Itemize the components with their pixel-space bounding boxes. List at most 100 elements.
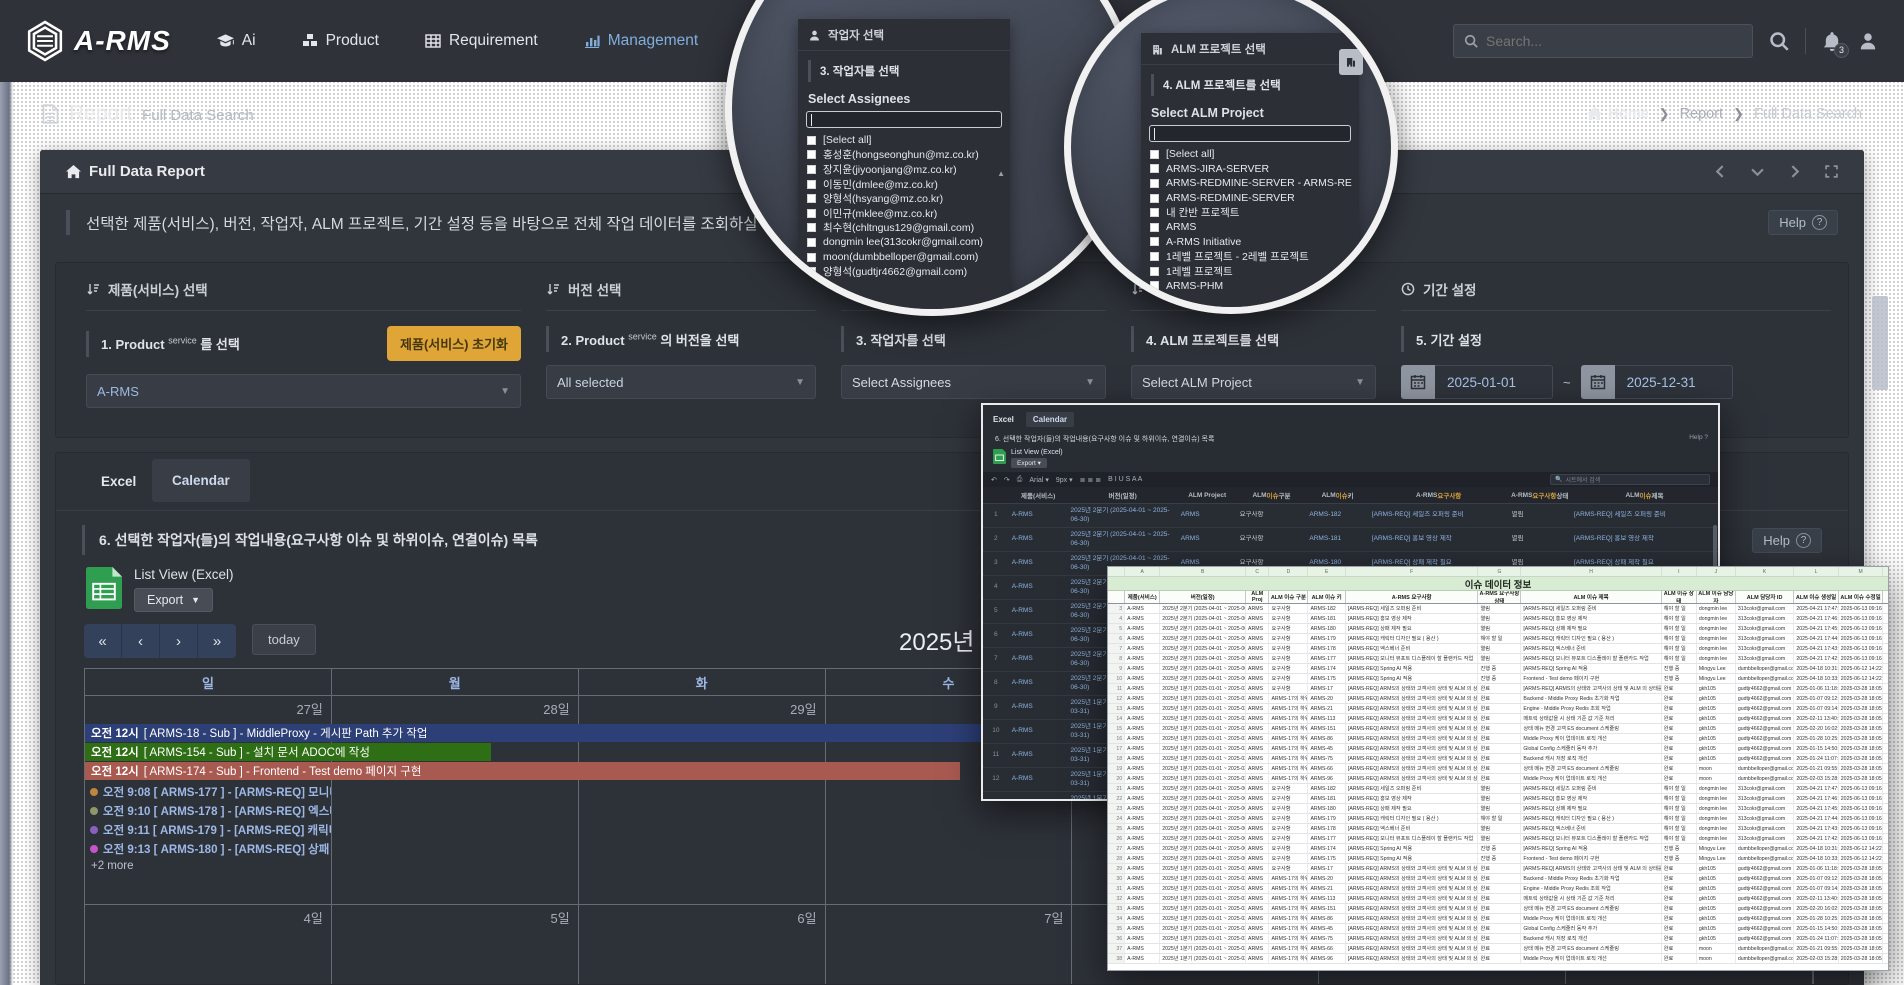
user-profile-icon[interactable] — [1858, 31, 1878, 51]
help-button-results[interactable]: Help? — [1752, 528, 1822, 553]
sheet-row: 34A-RMS2025년 1분기 (2025-01-01 ~ 2025-03-3… — [1108, 914, 1888, 924]
assignee-option[interactable]: 양형석(hsyang@mz.co.kr) — [798, 191, 1010, 206]
alm-project-option[interactable]: [Select all] — [1141, 147, 1359, 162]
assignee-option[interactable]: 이민규(mklee@mz.co.kr) — [798, 206, 1010, 221]
nav-item-management[interactable]: Management — [584, 32, 698, 50]
breadcrumb-current: Full Data Search — [1754, 106, 1862, 122]
assignee-option[interactable]: [Select all] — [798, 133, 1010, 148]
assignee-option[interactable]: 최수현(chltngus129@gmail.com) — [798, 221, 1010, 236]
sheet-row: 26A-RMS2025년 2분기 (2025-04-01 ~ 2025-06-3… — [1108, 834, 1888, 844]
calendar-dot-event[interactable]: 오전 9:08 [ ARMS-177 ] - [ARMS-REQ] 모니터 — [85, 782, 331, 801]
event-dot-icon — [90, 788, 98, 796]
export-button[interactable]: Export▼ — [134, 588, 213, 612]
tab-excel[interactable]: Excel — [101, 474, 136, 489]
alm-project-option[interactable]: ARMS-PHM — [1141, 278, 1359, 293]
date-start-input[interactable]: 2025-01-01 — [1435, 365, 1553, 399]
alm-project-option[interactable]: ARMS-REDMINE-SERVER - ARMS-RE — [1141, 176, 1359, 191]
mini-col-header: 제품(서비스) — [1009, 487, 1068, 503]
calendar-bar-event[interactable]: 오전 12시[ ARMS-154 - Sub ] - 설치 문서 ADOC에 작… — [85, 743, 491, 761]
calendar-icon[interactable] — [1581, 365, 1615, 399]
sheet-col-header — [1108, 591, 1125, 603]
calendar-bar-event[interactable]: 오전 12시[ ARMS-18 - Sub ] - MiddleProxy - … — [85, 724, 1120, 742]
help-button[interactable]: Help? — [1768, 210, 1838, 235]
more-events-link[interactable]: +2 more — [85, 860, 331, 872]
day-cell[interactable]: 4일 — [85, 905, 332, 985]
date-end-input[interactable]: 2025-12-31 — [1615, 365, 1733, 399]
assignee-option[interactable]: 양형석(gudtjr4662@gmail.com) — [798, 264, 1010, 279]
scroll-up-icon[interactable]: ▲ — [997, 169, 1005, 178]
collapse-left-icon[interactable] — [1714, 165, 1727, 178]
alm-dropdown-toggle[interactable]: Select ALM Project — [1141, 100, 1359, 125]
sheet-row: 35A-RMS2025년 1분기 (2025-01-01 ~ 2025-03-3… — [1108, 924, 1888, 934]
day-cell[interactable]: 5일 — [332, 905, 579, 985]
version-select[interactable]: All selected▼ — [546, 365, 816, 399]
brand-logo[interactable]: A-RMS — [26, 20, 171, 62]
breadcrumb-report[interactable]: Report — [1680, 106, 1724, 122]
assignee-option[interactable]: moon(dumbbelloper@gmail.com) — [798, 250, 1010, 265]
sheet-row: 17A-RMS2025년 1분기 (2025-01-01 ~ 2025-03-3… — [1108, 744, 1888, 754]
calendar-icon[interactable] — [1401, 365, 1435, 399]
today-button[interactable]: today — [252, 624, 316, 655]
alm-step-label: 4. ALM 프로젝트를 선택 — [1163, 77, 1281, 93]
day-cell[interactable]: 7일 — [826, 905, 1073, 985]
nav-item-ai[interactable]: Ai — [217, 32, 256, 50]
alm-project-option[interactable]: ARMS-REDMINE-SERVER — [1141, 191, 1359, 206]
assignee-dropdown-toggle[interactable]: Select Assignees — [798, 86, 1010, 111]
nav-item-product[interactable]: Product — [302, 32, 379, 50]
sheet-col-letter: H — [1521, 567, 1661, 576]
collapse-right-icon[interactable] — [1788, 165, 1801, 178]
alm-project-option[interactable]: 1레벨 프로젝트 - 2레벨 프로젝트 — [1141, 249, 1359, 264]
chart-icon — [584, 34, 600, 48]
tab-calendar[interactable]: Calendar — [152, 459, 250, 502]
sheet-body: 3A-RMS2025년 2분기 (2025-04-01 ~ 2025-06-30… — [1108, 604, 1888, 964]
alm-project-option[interactable]: A-RMS Initiative — [1141, 235, 1359, 250]
sheet-row: 7A-RMS2025년 2분기 (2025-04-01 ~ 2025-06-30… — [1108, 644, 1888, 654]
mini-col-header — [983, 487, 1009, 503]
sheet-col-header: ALM Proj — [1246, 591, 1269, 603]
building-button-icon[interactable] — [1339, 49, 1363, 75]
help-question-icon: ? — [1812, 215, 1827, 230]
alm-project-option[interactable]: 1레벨 프로젝트 — [1141, 264, 1359, 279]
product-reset-button[interactable]: 제품(서비스) 초기화 — [387, 326, 521, 361]
alm-project-option[interactable]: 내 칸반 프로젝트 — [1141, 205, 1359, 220]
assignee-option[interactable]: 홍성훈(hongseonghun@mz.co.kr) — [798, 148, 1010, 163]
sheet-col-letter: C — [1246, 567, 1269, 576]
prev-year-button[interactable]: « — [84, 624, 122, 658]
calendar-dot-event[interactable]: 오전 9:11 [ ARMS-179 ] - [ARMS-REQ] 캐릭터 — [85, 820, 331, 839]
mini-list-view-label: List View (Excel) — [1011, 449, 1063, 456]
alm-project-option[interactable]: ARMS — [1141, 220, 1359, 235]
calendar-dot-event[interactable]: 오전 9:10 [ ARMS-178 ] - [ARMS-REQ] 엑스베 — [85, 801, 331, 820]
next-month-button[interactable]: › — [160, 624, 198, 658]
prev-month-button[interactable]: ‹ — [122, 624, 160, 658]
assignee-option[interactable]: dongmin lee(313cokr@gmail.com) — [798, 235, 1010, 250]
calendar-bar-event[interactable]: 오전 12시[ ARMS-174 - Sub ] - Frontend - Te… — [85, 762, 960, 780]
nav-item-requirement[interactable]: Requirement — [425, 32, 538, 50]
sheet-col-header: ALM 담당자 ID — [1736, 591, 1795, 603]
alm-filter-input[interactable] — [1149, 125, 1351, 142]
assignee-select[interactable]: Select Assignees▼ — [841, 365, 1106, 399]
fullscreen-icon[interactable] — [1825, 165, 1838, 178]
search-submit-icon[interactable] — [1769, 31, 1789, 51]
alm-project-select[interactable]: Select ALM Project▼ — [1131, 365, 1376, 399]
assignee-option[interactable]: 장지윤(jiyoonjang@mz.co.kr) — [798, 162, 1010, 177]
assignee-option[interactable]: 이동민(dmlee@mz.co.kr) — [798, 177, 1010, 192]
product-select[interactable]: A-RMS▼ — [86, 374, 521, 408]
section6-accent — [82, 525, 85, 555]
breadcrumb-home[interactable]: Home — [1587, 106, 1648, 122]
mini-col-header: 버전(일정) — [1068, 487, 1178, 503]
search-box[interactable] — [1453, 24, 1753, 58]
notifications-bell-icon[interactable]: 3 — [1822, 31, 1842, 52]
sheet-col-letter: K — [1736, 567, 1795, 576]
assignee-filter-input[interactable] — [806, 111, 1002, 128]
search-input[interactable] — [1486, 33, 1742, 49]
nav-menu: AiProductRequirementManagementSystem — [217, 32, 820, 50]
calendar-dot-event[interactable]: 오전 9:13 [ ARMS-180 ] - [ARMS-REQ] 상패 제 — [85, 839, 331, 858]
checkbox-icon — [807, 267, 816, 276]
calendar-nav-group: «‹›» — [84, 624, 236, 658]
collapse-down-icon[interactable] — [1751, 165, 1764, 178]
alm-project-option[interactable]: ARMS-JIRA-SERVER — [1141, 162, 1359, 177]
day-cell[interactable]: 6일 — [579, 905, 826, 985]
version-select-label: 2. Product service 의 버전을 선택 — [561, 330, 739, 349]
next-year-button[interactable]: » — [198, 624, 236, 658]
arms-logo-icon — [26, 20, 64, 62]
